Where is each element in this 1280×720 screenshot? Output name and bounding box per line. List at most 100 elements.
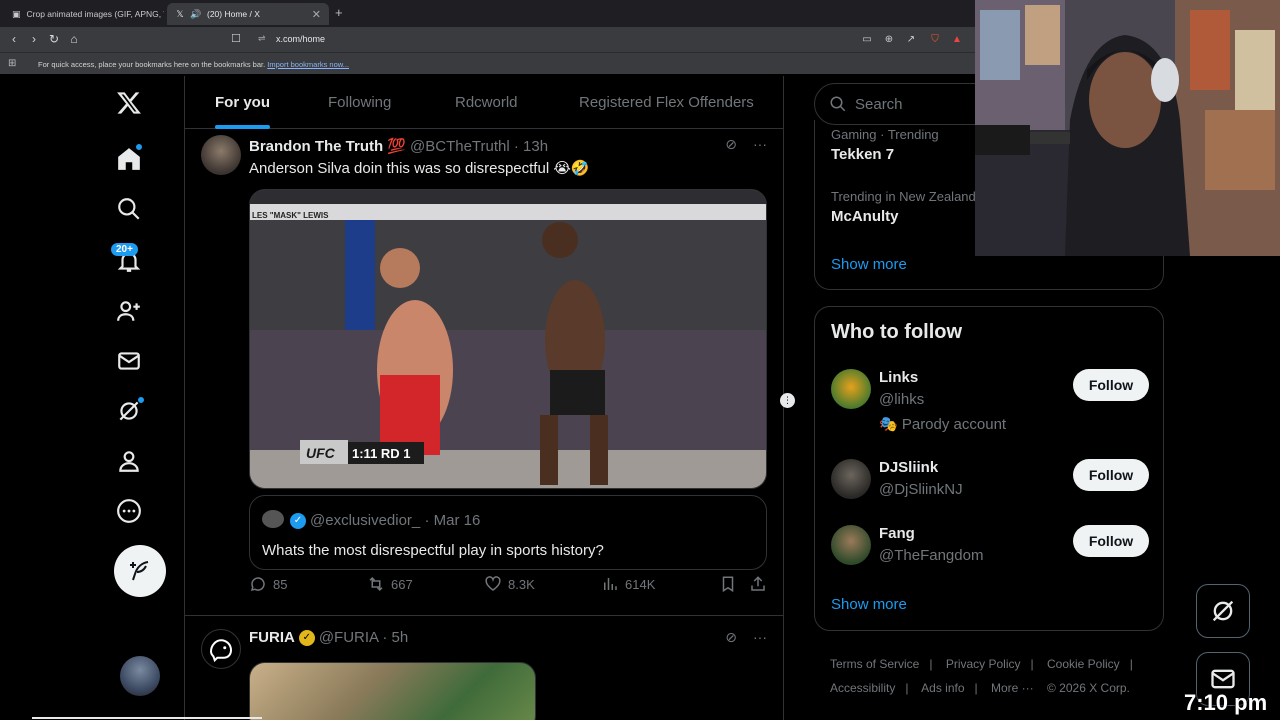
suggested-account[interactable]: Fang @TheFangdom Follow [831,525,1149,571]
footer-link[interactable]: Terms of Service [830,657,919,671]
grok-nav-icon[interactable] [114,396,145,426]
more-options-icon[interactable]: ··· [753,629,767,646]
search-nav-icon[interactable] [114,194,144,224]
site-info-icon[interactable]: ⇌ [258,33,266,44]
zoom-icon[interactable]: ⊕ [882,32,896,46]
quoted-post[interactable]: ✓ @exclusivedior_ · Mar 16 Whats the mos… [249,495,767,570]
account-avatar[interactable] [120,656,160,696]
resize-handle-icon[interactable]: ⋮ [780,393,795,408]
suggested-name[interactable]: Fang [879,525,915,542]
follow-button[interactable]: Follow [1073,459,1149,491]
author-handle[interactable]: @BCTheTruthl · 13h [410,138,548,155]
share-button[interactable] [749,575,767,593]
url-field[interactable]: x.com/home [276,34,325,44]
footer-more-link[interactable]: More ··· [991,681,1034,695]
views-button[interactable]: 614K [601,575,655,593]
author-avatar[interactable] [201,629,241,669]
quoted-avatar [262,510,284,528]
grok-icon [1212,600,1234,622]
grok-explain-icon[interactable]: ⊘ [725,629,737,646]
tab-for-you[interactable]: For you [215,76,270,129]
share-icon[interactable]: ↗ [904,32,918,46]
rewards-icon[interactable]: ▲ [950,32,964,46]
brave-shield-icon[interactable]: ⛉ [928,32,942,46]
speaker-icon[interactable]: 🔊 [190,9,201,19]
stream-clock: 7:10 pm [1184,690,1268,715]
home-nav-icon[interactable] [114,143,144,174]
copyright: © 2026 X Corp. [1047,681,1130,695]
browser-tab-crop[interactable]: ▣ Crop animated images (GIF, APNG, W... [4,3,164,25]
post[interactable]: FURIA ✓ @FURIA · 5h ⊘ ··· [185,617,783,720]
tab-rdcworld[interactable]: Rdcworld [455,76,518,129]
follow-button[interactable]: Follow [1073,525,1149,557]
post-video[interactable]: LES "MASK" LEWIS UFC 1:11 RD 1 [249,189,767,489]
quoted-handle[interactable]: @exclusivedior_ · Mar 16 [310,512,480,529]
author-avatar[interactable] [201,135,241,175]
footer-link[interactable]: Ads info [921,681,964,695]
back-icon[interactable]: ‹ [6,31,22,47]
new-tab-button[interactable]: + [335,5,343,20]
screen-icon[interactable]: ▭ [860,32,874,46]
footer-link[interactable]: Accessibility [830,681,895,695]
browser-tab-x-home[interactable]: 𝕏 🔊 (20) Home / X ✕ [167,3,329,25]
who-to-follow-show-more-link[interactable]: Show more [831,596,907,613]
author-handle[interactable]: @FURIA · 5h [319,629,408,646]
suggested-handle: @DjSliinkNJ [879,481,963,498]
grok-floating-button[interactable] [1196,584,1250,638]
round-clock-text: 1:11 RD 1 [352,446,411,461]
fight-video-frame: LES "MASK" LEWIS UFC 1:11 RD 1 [250,190,766,488]
compose-post-button[interactable] [114,545,166,597]
octagon-banner-text: LES "MASK" LEWIS [252,211,329,220]
suggested-account[interactable]: DJSliink @DjSliinkNJ Follow [831,459,1149,505]
footer-link[interactable]: Privacy Policy [946,657,1021,671]
gold-verified-badge-icon: ✓ [298,629,315,646]
suggested-avatar[interactable] [831,369,871,409]
who-to-follow-title: Who to follow [831,321,963,343]
suggested-avatar[interactable] [831,525,871,565]
trends-show-more-link[interactable]: Show more [831,256,907,273]
apps-grid-icon[interactable]: ⊞ [8,58,16,69]
suggested-avatar[interactable] [831,459,871,499]
forward-icon[interactable]: › [26,31,42,47]
tab-title: (20) Home / X [207,9,260,19]
view-count: 614K [625,576,656,592]
home-icon[interactable]: ⌂ [66,31,82,47]
follow-button[interactable]: Follow [1073,369,1149,401]
post-image[interactable] [249,662,536,720]
webcam-overlay [975,0,1280,256]
close-tab-icon[interactable]: ✕ [312,8,321,21]
x-logo-icon[interactable] [114,88,144,118]
suggested-name[interactable]: DJSliink [879,459,938,476]
post-header: Brandon The Truth 💯 @BCTheTruthl · 13h [249,137,548,156]
footer-separator: | [929,657,933,671]
footer-separator: | [1129,657,1133,671]
video-progress-bar [32,717,262,719]
follow-nav-icon[interactable] [114,296,144,326]
trend-item[interactable]: McAnulty [831,208,899,225]
footer-link[interactable]: Cookie Policy [1047,657,1120,671]
bookmark-page-icon[interactable]: ☐ [231,32,241,45]
like-button[interactable]: 8.3K [484,575,535,593]
tab-following[interactable]: Following [328,76,391,129]
like-count: 8.3K [508,576,535,592]
post[interactable]: Brandon The Truth 💯 @BCTheTruthl · 13h ⊘… [185,129,783,616]
suggested-account[interactable]: Links @lihks 🎭 Parody account Follow [831,369,1149,439]
author-name[interactable]: Brandon The Truth 💯 [249,137,406,155]
grok-explain-icon[interactable]: ⊘ [725,136,737,153]
trend-item[interactable]: Tekken 7 [831,146,894,163]
bookmark-button[interactable] [719,575,737,593]
profile-nav-icon[interactable] [114,446,144,476]
tab-label: For you [215,94,270,111]
messages-nav-icon[interactable] [114,346,144,376]
reply-button[interactable]: 85 [249,575,287,593]
repost-button[interactable]: 667 [367,575,413,593]
author-name[interactable]: FURIA [249,629,295,646]
footer-separator: | [974,681,978,695]
import-bookmarks-link[interactable]: Import bookmarks now... [267,60,349,69]
tab-registered-flex-offenders[interactable]: Registered Flex Offenders [579,76,754,129]
suggested-name[interactable]: Links [879,369,918,386]
bookmarks-hint: For quick access, place your bookmarks h… [38,60,349,69]
more-nav-icon[interactable] [114,496,144,526]
more-options-icon[interactable]: ··· [753,136,767,153]
reload-icon[interactable]: ↻ [46,31,62,47]
